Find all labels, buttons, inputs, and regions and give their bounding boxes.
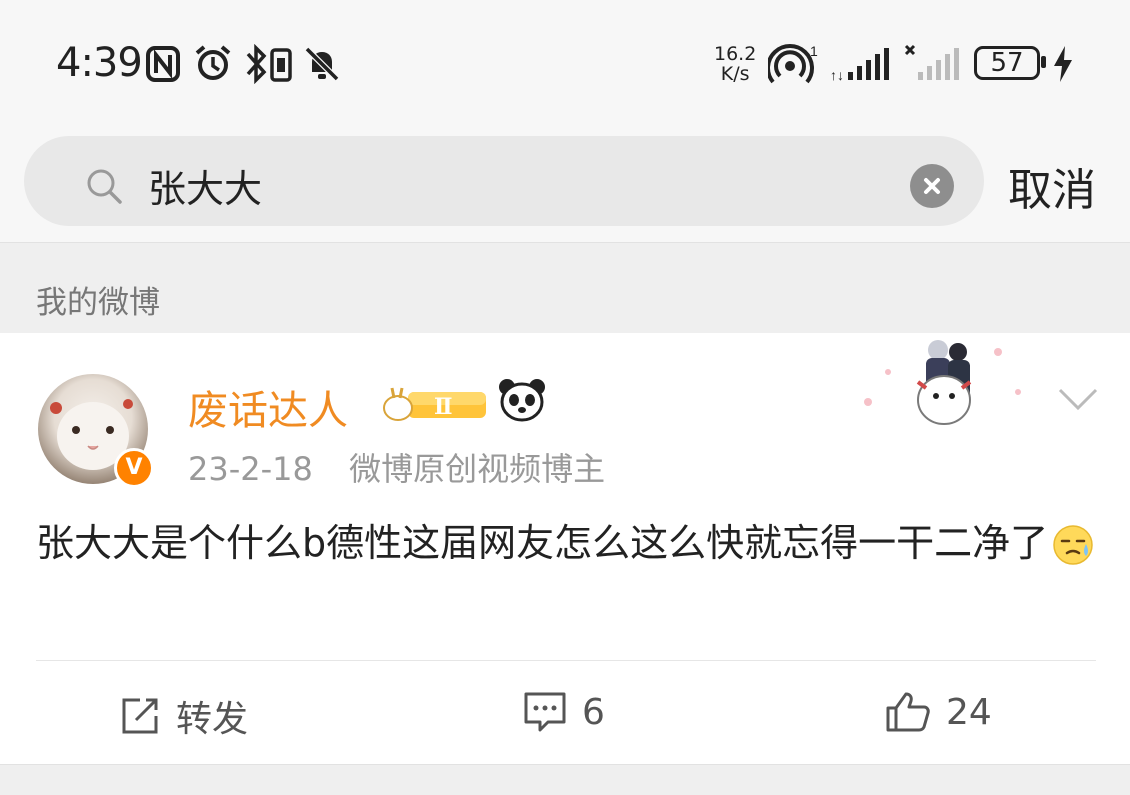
svg-text:↑↓: ↑↓ [830, 67, 844, 83]
charging-icon [1054, 46, 1072, 82]
clear-search-button[interactable] [910, 164, 954, 208]
repost-icon [122, 698, 158, 734]
bluetooth-icon [246, 44, 292, 84]
post-date: 23-2-18 [188, 450, 313, 488]
like-button[interactable]: 24 [884, 690, 992, 734]
wifi-badge: 1 [810, 44, 818, 59]
level-badge-icon[interactable]: Ⅱ [380, 384, 490, 424]
comment-icon [524, 692, 566, 732]
like-count: 24 [946, 691, 992, 733]
clock: 4:39 [56, 40, 143, 86]
bottom-separator [0, 764, 1130, 795]
comment-button[interactable]: 6 [522, 690, 605, 734]
search-box[interactable]: 张大大 [24, 136, 984, 226]
user-tag: 微博原创视频博主 [349, 450, 606, 488]
post-content: 张大大是个什么b德性这届网友怎么这么快就忘得一干二净了 [36, 516, 1096, 571]
comment-count: 6 [582, 691, 605, 733]
repost-label: 转发 [176, 699, 249, 740]
status-bar: 4:39 16.2 K/s 1 ↑↓ 57 [0, 0, 1130, 130]
close-icon [924, 178, 940, 194]
signal-off-icon [904, 44, 959, 80]
battery-tip [1041, 56, 1046, 68]
speed-value: 16.2 [714, 43, 757, 65]
sweat-emoji-icon [1053, 525, 1093, 565]
chevron-down-icon[interactable] [1056, 384, 1100, 414]
post-meta: 23-2-18 微博原创视频博主 [188, 444, 605, 490]
hotspot-icon: 1 [768, 44, 818, 84]
panda-icon [499, 379, 545, 422]
decoration-sticker-icon [864, 340, 1021, 425]
mute-icon [304, 46, 340, 82]
section-header: 我的微博 [0, 242, 1130, 333]
network-speed: 16.2 K/s [714, 44, 756, 84]
search-icon [87, 169, 122, 204]
thumbs-up-icon [886, 692, 930, 732]
divider [36, 660, 1096, 661]
username[interactable]: 废话达人 [188, 378, 348, 436]
cancel-button[interactable]: 取消 [1008, 154, 1096, 218]
section-title: 我的微博 [36, 285, 160, 321]
signal-icon: ↑↓ [830, 48, 889, 83]
search-bar-row: 张大大 [0, 130, 1130, 242]
post-text: 张大大是个什么b德性这届网友怎么这么快就忘得一干二净了 [36, 521, 1049, 565]
nfc-icon [146, 46, 180, 82]
battery-indicator: 57 [974, 46, 1040, 80]
repost-button[interactable]: 转发 [118, 690, 248, 742]
level-text: Ⅱ [434, 394, 453, 420]
verified-badge: V [114, 448, 154, 488]
search-input[interactable]: 张大大 [148, 158, 262, 213]
speed-unit: K/s [720, 63, 750, 85]
alarm-icon [195, 45, 231, 80]
